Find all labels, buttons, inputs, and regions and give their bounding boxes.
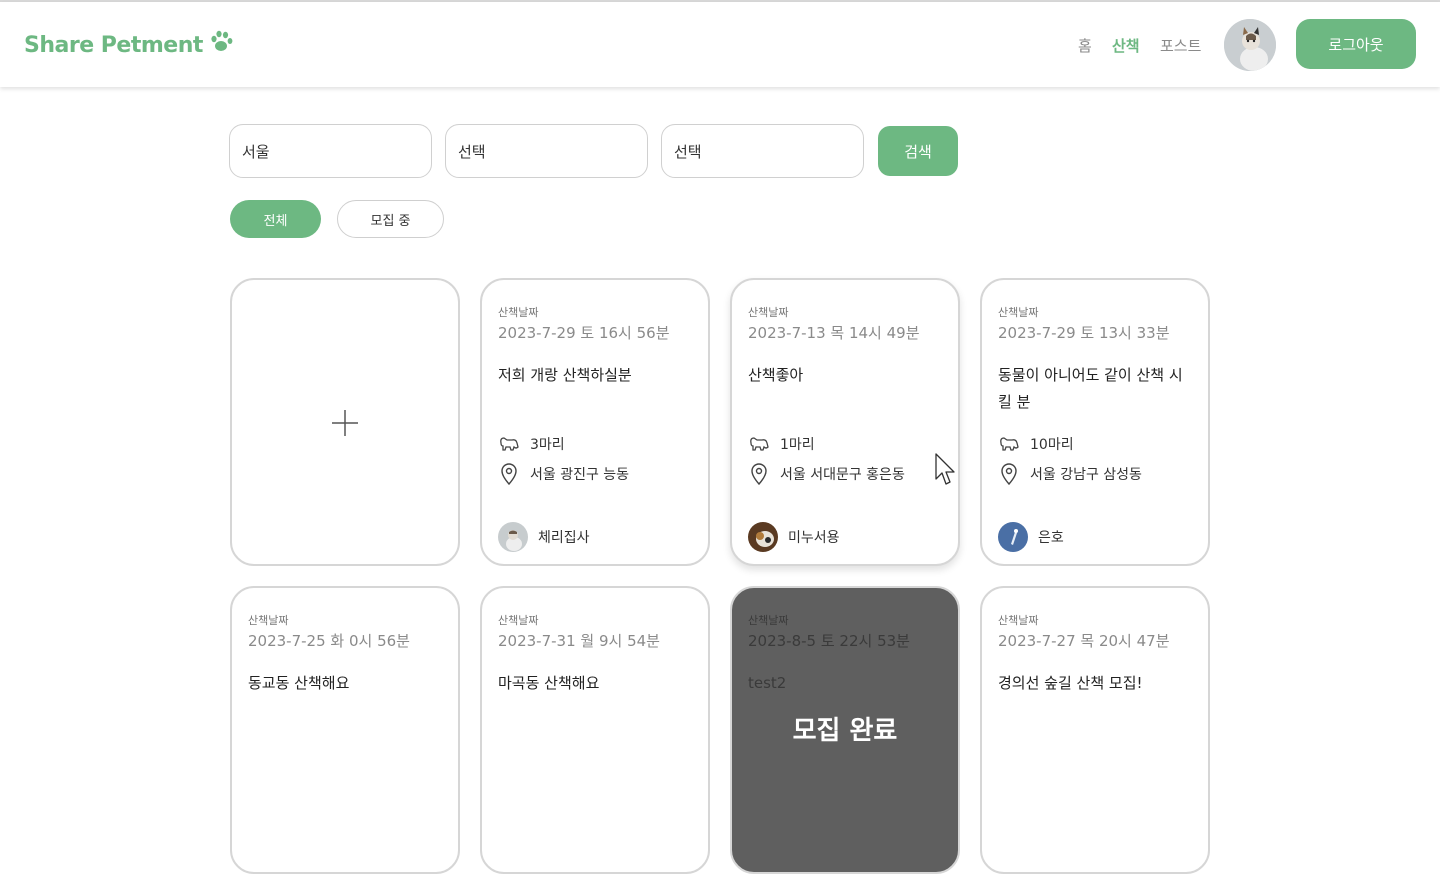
walk-location: 서울 서대문구 홍은동 <box>780 467 905 483</box>
owner-name: 체리집사 <box>538 530 590 546</box>
logout-button[interactable]: 로그아웃 <box>1296 19 1416 69</box>
walk-card[interactable]: 산책날짜 2023-7-25 화 0시 56분 동교동 산책해요 <box>230 586 460 874</box>
walk-date: 2023-7-25 화 0시 56분 <box>248 632 410 650</box>
completed-label: 모집 완료 <box>792 716 898 746</box>
walk-location: 서울 강남구 삼성동 <box>1030 467 1142 483</box>
walk-title: 동물이 아니어도 같이 산책 시킬 분 <box>998 366 1183 411</box>
pet-count-row: 3마리 <box>498 433 565 455</box>
header: Share Petment 홈 산책 포스트 로그아웃 <box>0 2 1440 87</box>
neighborhood-select[interactable]: 선택 <box>661 124 864 178</box>
date-label: 산책날짜 <box>748 306 789 319</box>
location-pin-icon <box>748 463 770 485</box>
region-select-value: 서울 <box>242 142 270 161</box>
paw-icon <box>211 30 233 51</box>
owner-name: 은호 <box>1038 530 1064 546</box>
owner[interactable]: 체리집사 <box>498 522 590 552</box>
plus-icon <box>332 410 358 436</box>
walk-date: 2023-7-27 목 20시 47분 <box>998 632 1170 650</box>
filter-all-chip[interactable]: 전체 <box>230 200 321 238</box>
walk-card[interactable]: 산책날짜 2023-7-13 목 14시 49분 산책좋아 1마리 서울 서대문… <box>730 278 960 566</box>
walk-date: 2023-7-29 토 13시 33분 <box>998 324 1170 342</box>
walk-title: 마곡동 산책해요 <box>498 674 600 692</box>
logo[interactable]: Share Petment <box>24 30 234 62</box>
location-row: 서울 강남구 삼성동 <box>998 463 1142 485</box>
search-button[interactable]: 검색 <box>878 126 958 176</box>
walk-date: 2023-7-31 월 9시 54분 <box>498 632 660 650</box>
owner-avatar <box>998 522 1028 552</box>
add-walk-card[interactable] <box>230 278 460 566</box>
walk-title: 경의선 숲길 산책 모집! <box>998 674 1143 692</box>
walk-date: 2023-8-5 토 22시 53분 <box>748 632 910 650</box>
dog-icon <box>998 433 1020 455</box>
user-avatar[interactable] <box>1224 19 1276 71</box>
nav-walk[interactable]: 산책 <box>1112 35 1140 56</box>
region-select[interactable]: 서울 <box>229 124 432 178</box>
walk-card[interactable]: 산책날짜 2023-7-27 목 20시 47분 경의선 숲길 산책 모집! <box>980 586 1210 874</box>
walk-title: test2 <box>748 674 787 692</box>
date-label: 산책날짜 <box>498 306 539 319</box>
walk-card-completed[interactable]: 산책날짜 2023-8-5 토 22시 53분 test2 모집 완료 <box>730 586 960 874</box>
pet-count: 10마리 <box>1030 437 1074 453</box>
walk-date: 2023-7-13 목 14시 49분 <box>748 324 920 342</box>
district-select-value: 선택 <box>458 142 486 161</box>
location-pin-icon <box>998 463 1020 485</box>
cat-avatar-image <box>1224 19 1276 71</box>
walk-date: 2023-7-29 토 16시 56분 <box>498 324 670 342</box>
location-row: 서울 광진구 능동 <box>498 463 629 485</box>
filter-recruiting-chip[interactable]: 모집 중 <box>337 200 444 238</box>
district-select[interactable]: 선택 <box>445 124 648 178</box>
walk-card[interactable]: 산책날짜 2023-7-29 토 13시 33분 동물이 아니어도 같이 산책 … <box>980 278 1210 566</box>
logo-text: Share Petment <box>24 33 203 58</box>
walk-title: 산책좋아 <box>748 366 804 384</box>
neighborhood-select-value: 선택 <box>674 142 702 161</box>
date-label: 산책날짜 <box>248 614 289 627</box>
dog-icon <box>748 433 770 455</box>
dog-icon <box>498 433 520 455</box>
date-label: 산책날짜 <box>998 614 1039 627</box>
walk-title: 동교동 산책해요 <box>248 674 350 692</box>
owner[interactable]: 미누서용 <box>748 522 840 552</box>
location-pin-icon <box>498 463 520 485</box>
pet-count-row: 10마리 <box>998 433 1074 455</box>
mouse-cursor-icon <box>935 453 955 485</box>
owner[interactable]: 은호 <box>998 522 1064 552</box>
walk-title: 저희 개랑 산책하실분 <box>498 366 632 384</box>
date-label: 산책날짜 <box>748 614 789 627</box>
nav-post[interactable]: 포스트 <box>1160 35 1201 56</box>
walk-card[interactable]: 산책날짜 2023-7-29 토 16시 56분 저희 개랑 산책하실분 3마리… <box>480 278 710 566</box>
owner-name: 미누서용 <box>788 530 840 546</box>
owner-avatar <box>498 522 528 552</box>
walk-card[interactable]: 산책날짜 2023-7-31 월 9시 54분 마곡동 산책해요 <box>480 586 710 874</box>
owner-avatar <box>748 522 778 552</box>
pet-count: 3마리 <box>530 437 565 453</box>
pet-count-row: 1마리 <box>748 433 815 455</box>
date-label: 산책날짜 <box>998 306 1039 319</box>
location-row: 서울 서대문구 홍은동 <box>748 463 905 485</box>
nav-home[interactable]: 홈 <box>1078 35 1092 56</box>
pet-count: 1마리 <box>780 437 815 453</box>
walk-location: 서울 광진구 능동 <box>530 467 630 483</box>
date-label: 산책날짜 <box>498 614 539 627</box>
